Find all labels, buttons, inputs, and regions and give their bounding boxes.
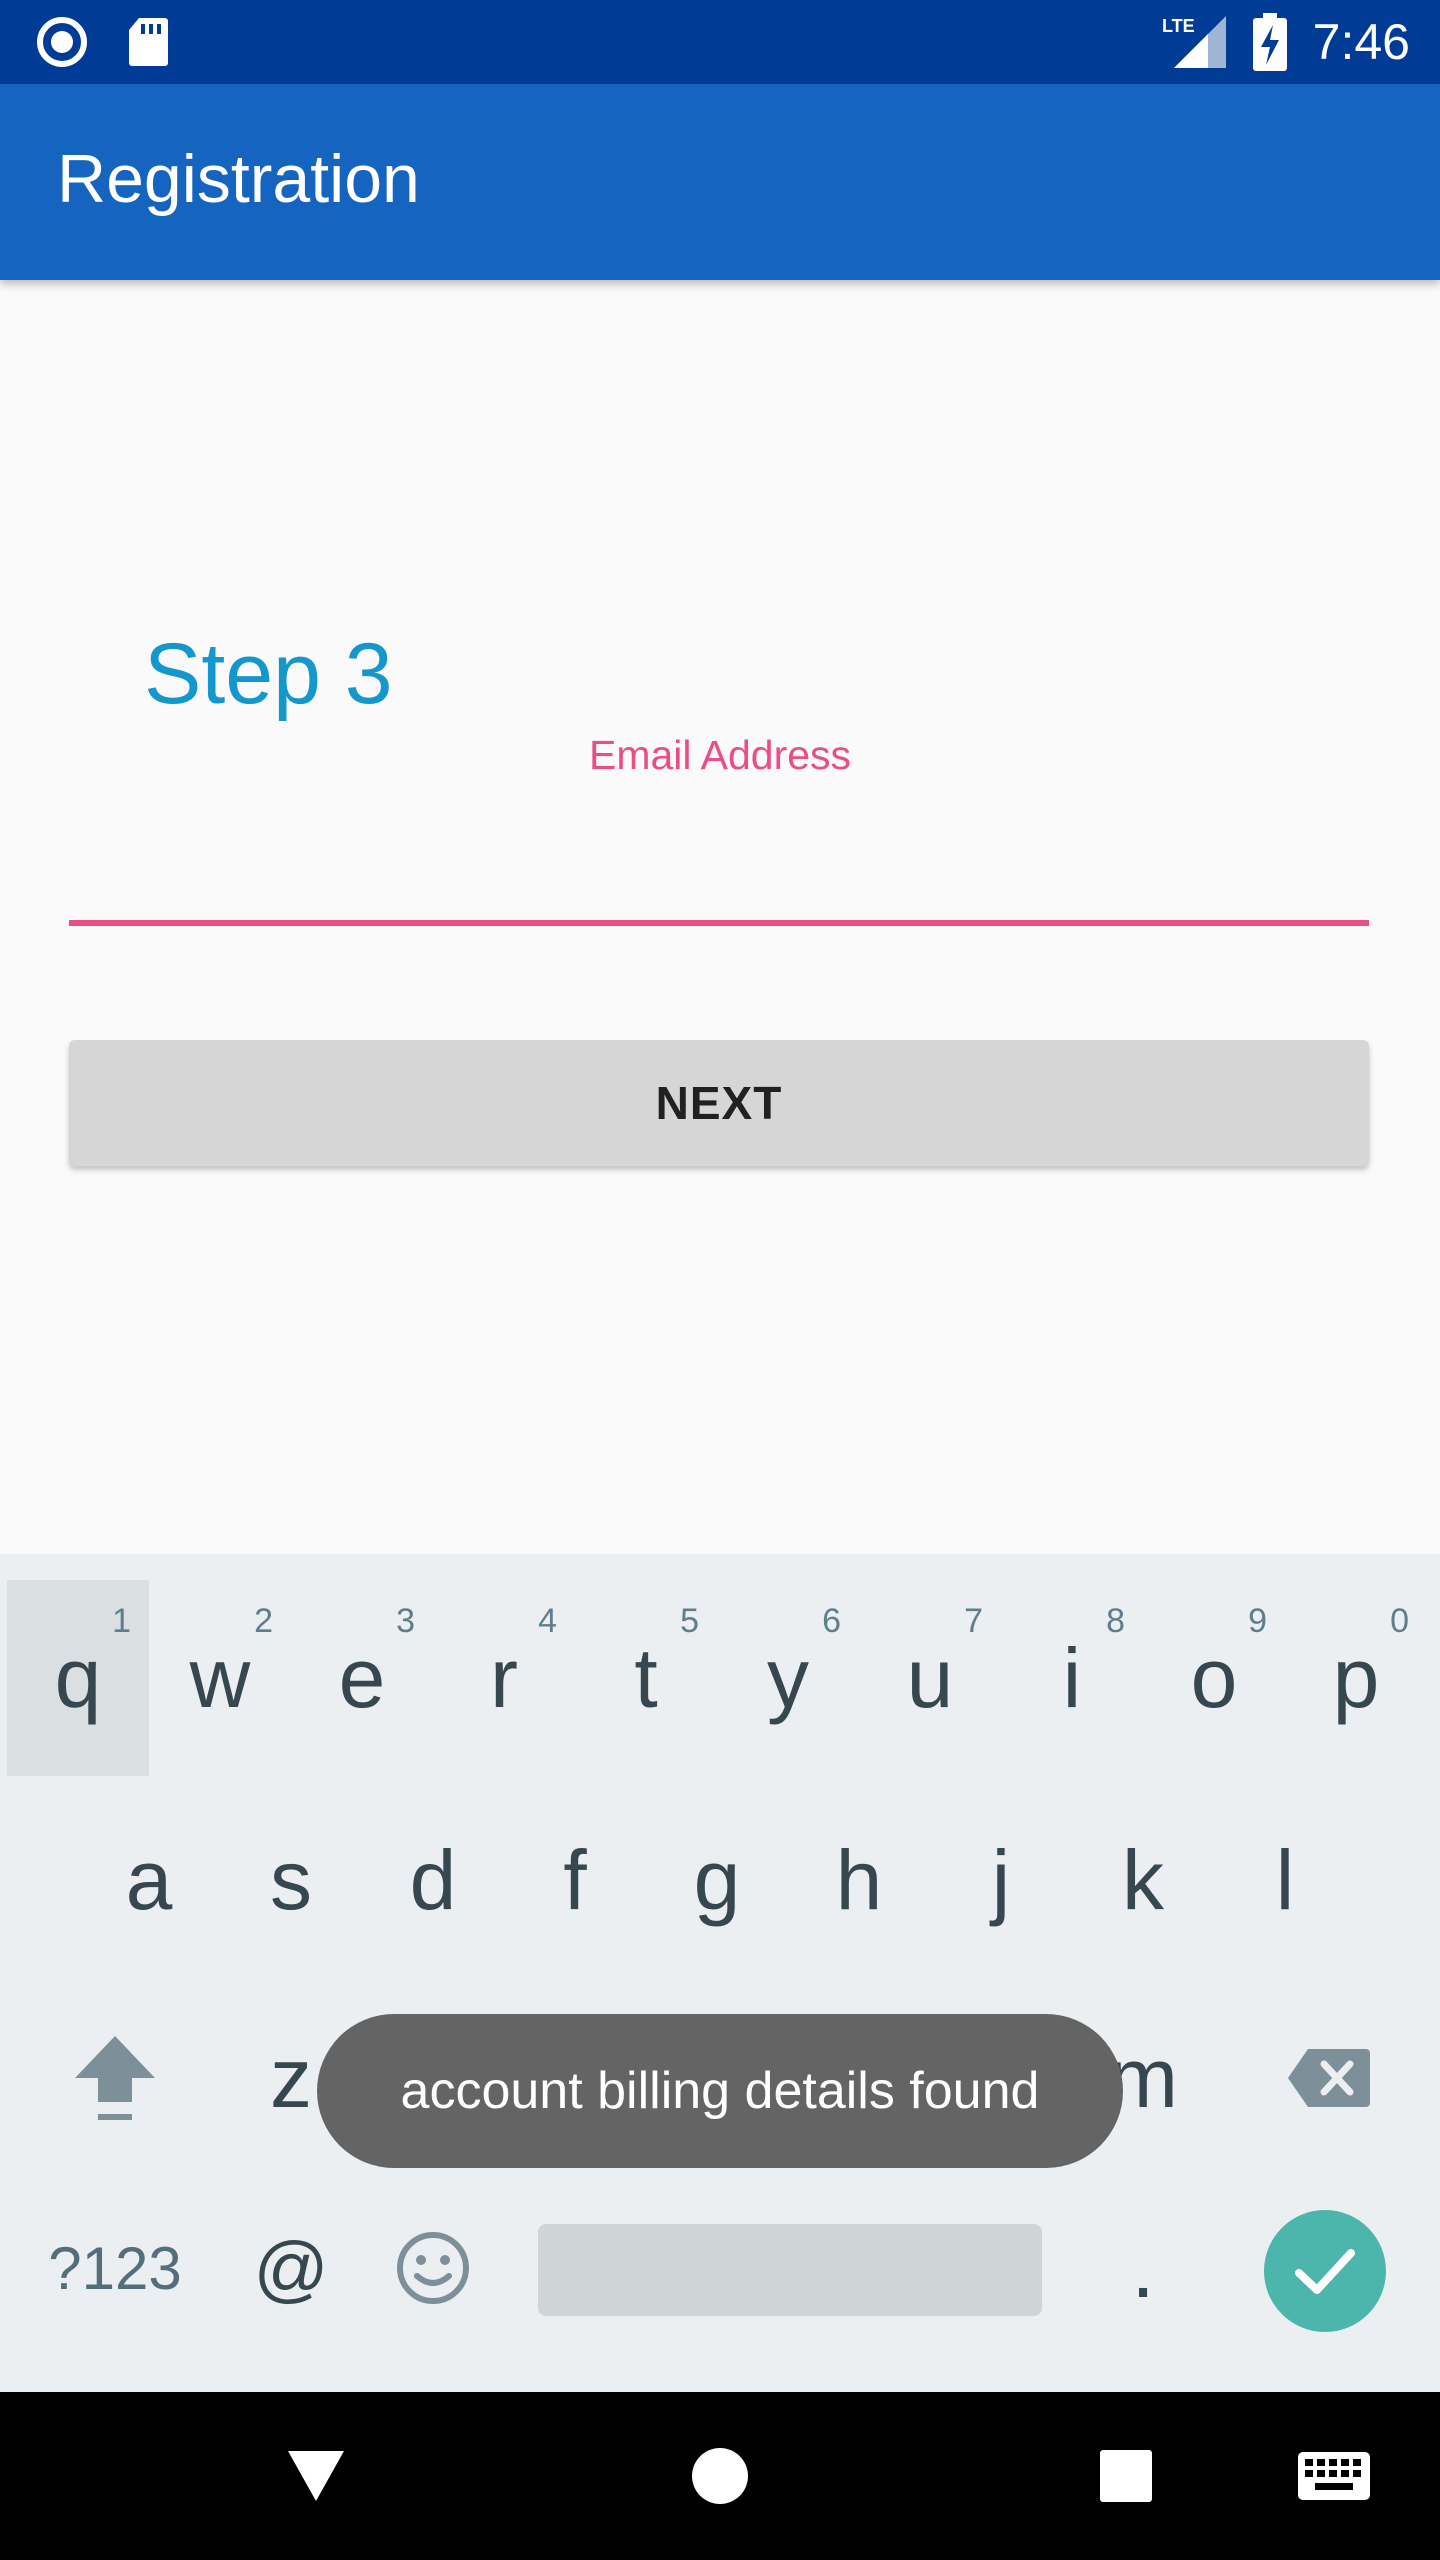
done-key[interactable] [1264, 2210, 1386, 2332]
emoji-key[interactable] [362, 2170, 504, 2366]
key-q[interactable]: q1 [7, 1580, 149, 1776]
symbols-key[interactable]: ?123 [30, 2170, 200, 2366]
check-icon [1295, 2249, 1355, 2294]
key-w[interactable]: w2 [149, 1580, 291, 1776]
shift-key[interactable] [40, 1980, 190, 2176]
key-a[interactable]: a [78, 1782, 220, 1978]
step-title: Step 3 [144, 626, 393, 722]
status-time: 7:46 [1312, 14, 1410, 70]
page-title: Registration [57, 141, 420, 217]
navigation-bar [0, 2392, 1440, 2560]
keyboard-switch-button[interactable] [1264, 2392, 1404, 2560]
network-type-label: LTE [1162, 16, 1195, 36]
next-button[interactable]: NEXT [69, 1040, 1369, 1166]
key-g[interactable]: g [646, 1782, 788, 1978]
recents-button[interactable] [1056, 2392, 1196, 2560]
key-s[interactable]: s [220, 1782, 362, 1978]
app-bar: Registration [0, 84, 1440, 280]
key-t[interactable]: t5 [575, 1580, 717, 1776]
status-bar: LTE 7:46 [0, 0, 1440, 84]
key-f[interactable]: f [504, 1782, 646, 1978]
key-u[interactable]: u7 [859, 1580, 1001, 1776]
space-bar[interactable] [538, 2224, 1042, 2316]
key-j[interactable]: j [930, 1782, 1072, 1978]
record-icon [34, 0, 90, 84]
key-i[interactable]: i8 [1001, 1580, 1143, 1776]
emoji-icon [397, 2232, 469, 2304]
at-key[interactable]: @ [220, 2170, 362, 2366]
shift-icon [75, 2036, 155, 2120]
key-e[interactable]: e3 [291, 1580, 433, 1776]
email-label: Email Address [588, 732, 852, 778]
backspace-icon [1288, 2049, 1370, 2107]
keyboard-icon [1298, 2452, 1370, 2500]
backspace-key[interactable] [1254, 1980, 1404, 2176]
key-l[interactable]: l [1214, 1782, 1356, 1978]
email-field[interactable] [69, 780, 1369, 926]
battery-charging-icon [1252, 0, 1288, 84]
signal-icon: LTE [1160, 0, 1230, 84]
period-key[interactable]: . [1072, 2170, 1214, 2366]
back-triangle-icon [288, 2451, 344, 2501]
key-y[interactable]: y6 [717, 1580, 859, 1776]
back-button[interactable] [246, 2392, 386, 2560]
key-d[interactable]: d [362, 1782, 504, 1978]
home-circle-icon [692, 2448, 748, 2504]
key-k[interactable]: k [1072, 1782, 1214, 1978]
toast-message: account billing details found [317, 2014, 1123, 2168]
key-o[interactable]: o9 [1143, 1580, 1285, 1776]
recents-square-icon [1100, 2450, 1152, 2502]
key-r[interactable]: r4 [433, 1580, 575, 1776]
home-button[interactable] [650, 2392, 790, 2560]
key-p[interactable]: p0 [1285, 1580, 1427, 1776]
soft-keyboard: q1 w2 e3 r4 t5 y6 u7 i8 o9 p0 a s d f g … [0, 1554, 1440, 2392]
sd-card-icon [124, 0, 172, 84]
key-h[interactable]: h [788, 1782, 930, 1978]
